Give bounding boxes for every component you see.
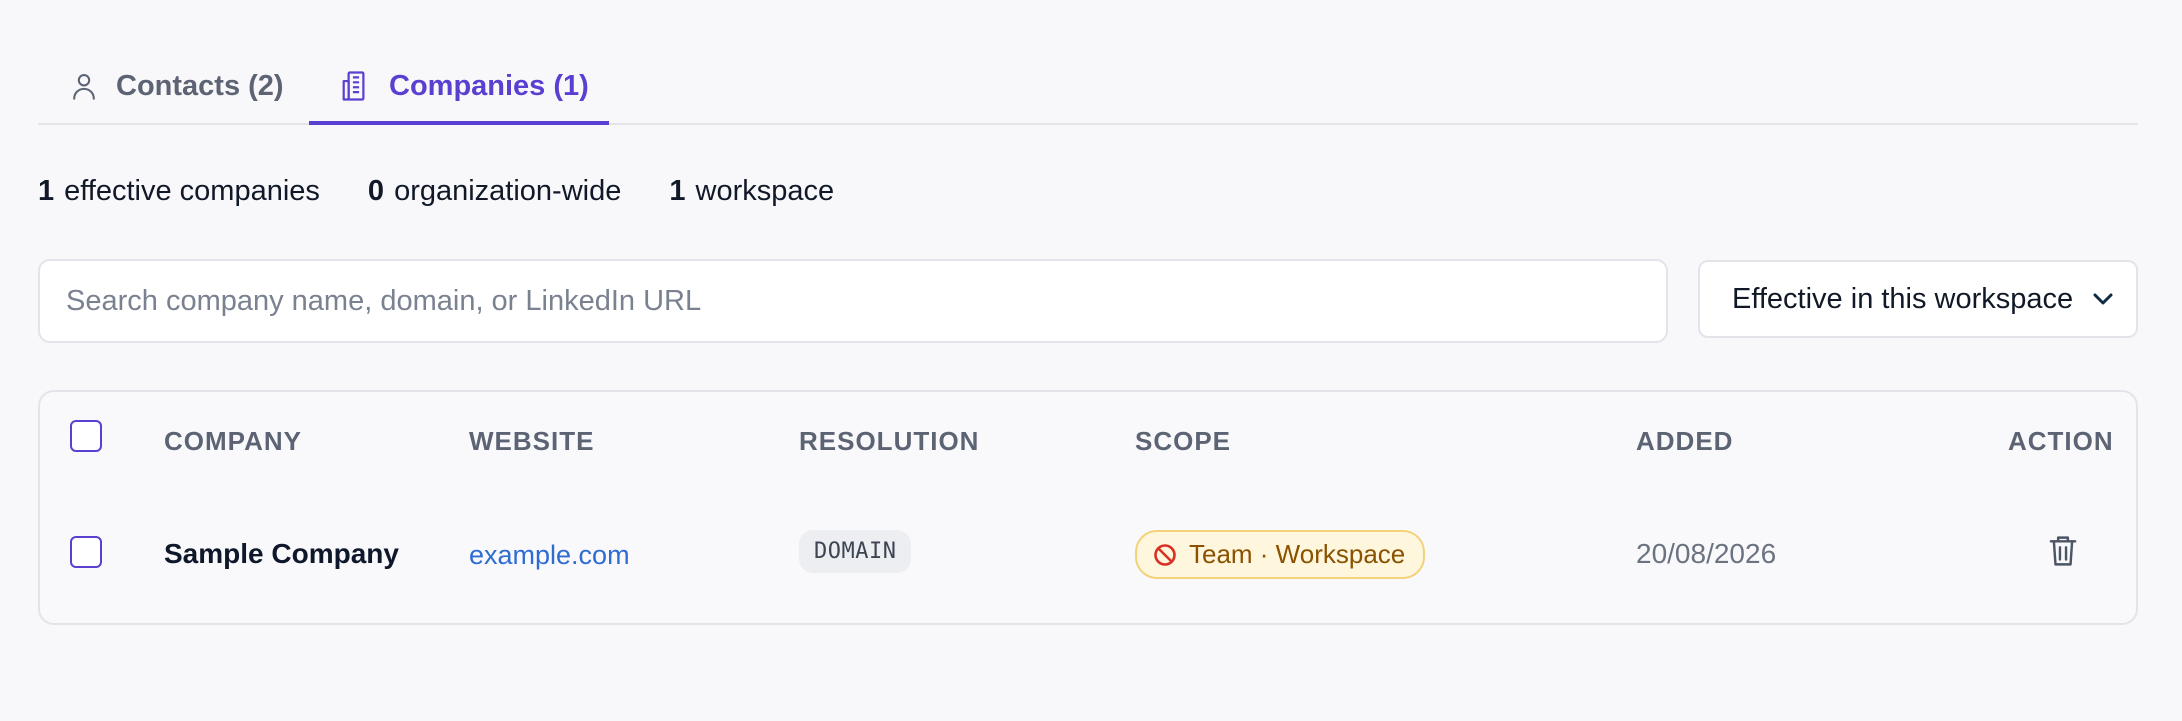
column-header-resolution: RESOLUTION xyxy=(799,426,980,456)
tab-companies[interactable]: Companies (1) xyxy=(309,56,609,125)
tab-bar: Contacts (2) Companies (1) xyxy=(38,0,2138,125)
trash-icon xyxy=(2049,536,2077,566)
search-input[interactable] xyxy=(38,259,1668,343)
scope-badge-label: Team · Workspace xyxy=(1189,539,1406,569)
summary-org-wide: 0 organization-wide xyxy=(367,175,622,207)
building-icon xyxy=(342,71,365,101)
column-header-added: ADDED xyxy=(1636,426,1734,456)
companies-table: COMPANY WEBSITE RESOLUTION SCOPE ADDED A… xyxy=(38,390,2138,625)
company-website-link[interactable]: example.com xyxy=(469,540,630,571)
chevron-down-icon xyxy=(2093,293,2113,305)
added-date: 20/08/2026 xyxy=(1636,538,1777,569)
company-name: Sample Company xyxy=(164,538,399,569)
scope-badge: Team · Workspace xyxy=(1135,530,1426,579)
scope-filter-select[interactable]: Effective in this workspace xyxy=(1698,260,2138,338)
delete-button[interactable] xyxy=(2048,534,2078,575)
summary-counts: 1 effective companies 0 organization-wide … xyxy=(38,175,834,208)
summary-effective: 1 effective companies xyxy=(38,175,320,207)
block-icon xyxy=(1154,543,1176,566)
tab-contacts-label: Contacts (2) xyxy=(116,69,284,102)
page: Contacts (2) Companies (1) 1 effective co… xyxy=(38,0,2138,625)
summary-workspace: 1 workspace xyxy=(669,175,835,207)
column-header-website: WEBSITE xyxy=(469,426,595,456)
user-icon xyxy=(73,74,95,100)
tab-companies-label: Companies (1) xyxy=(389,69,589,102)
column-header-company: COMPANY xyxy=(164,426,302,456)
resolution-badge: DOMAIN xyxy=(799,530,912,573)
row-checkbox[interactable] xyxy=(70,536,102,568)
tab-contacts[interactable]: Contacts (2) xyxy=(70,56,284,125)
select-all-checkbox[interactable] xyxy=(70,420,102,452)
column-header-scope: SCOPE xyxy=(1135,426,1232,456)
scope-filter-value: Effective in this workspace xyxy=(1732,282,2074,315)
column-header-action: ACTION xyxy=(2008,426,2114,456)
